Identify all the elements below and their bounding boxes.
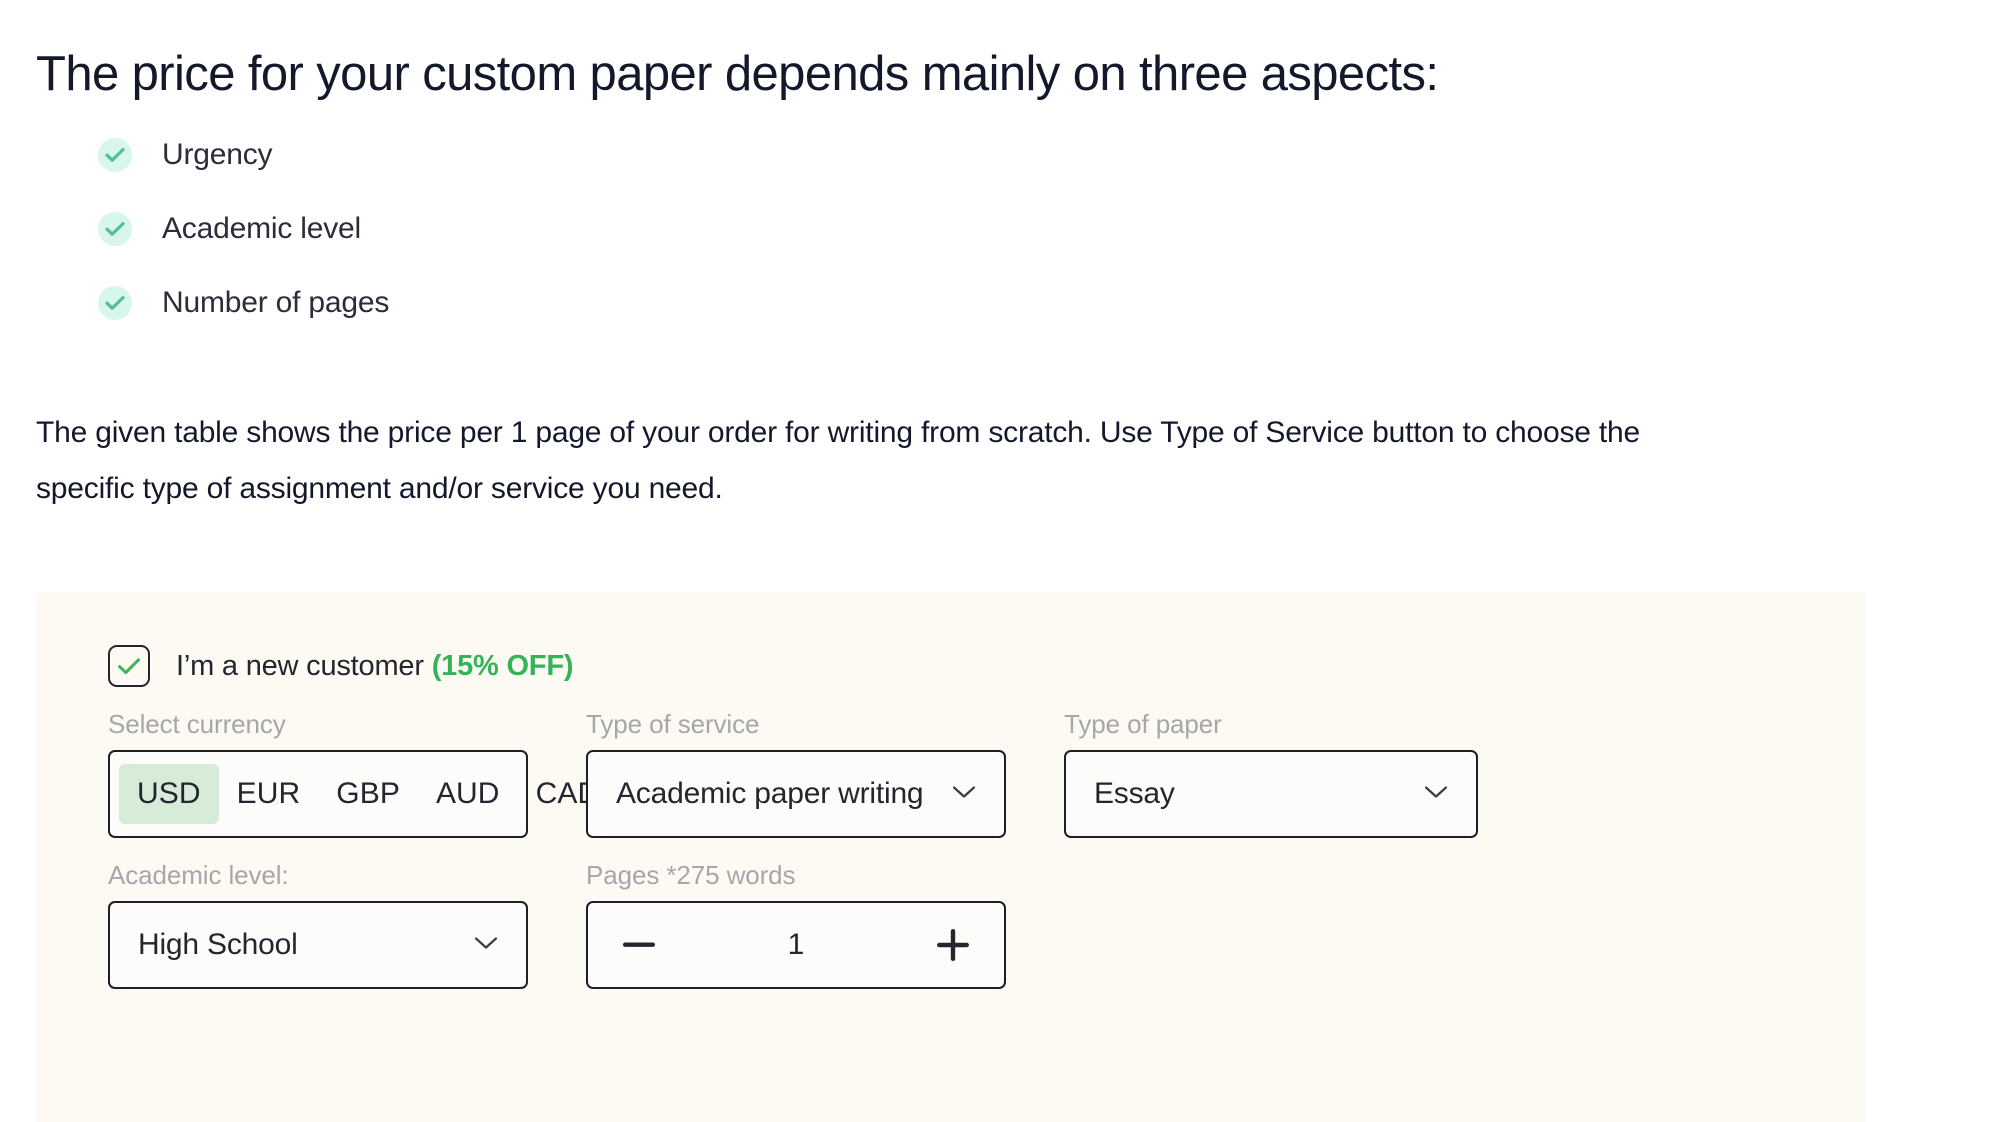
pages-stepper[interactable]: 1	[586, 901, 1006, 989]
new-customer-label: I’m a new customer (15% OFF)	[176, 650, 573, 683]
minus-icon[interactable]	[616, 922, 662, 968]
academic-level-label: Academic level:	[108, 860, 289, 890]
currency-option-eur[interactable]: EUR	[219, 764, 319, 824]
form-row-top: Select currency USD EUR GBP AUD CAD Type…	[108, 709, 1478, 838]
chevron-down-icon	[1424, 785, 1448, 804]
type-of-paper-field: Type of paper Essay	[1064, 709, 1478, 838]
check-icon	[98, 286, 132, 320]
list-item-label: Urgency	[162, 138, 273, 171]
check-icon	[98, 212, 132, 246]
aspects-checklist: Urgency Academic level Number of pages	[98, 133, 389, 355]
plus-icon[interactable]	[930, 922, 976, 968]
type-of-paper-value: Essay	[1094, 777, 1175, 810]
description-paragraph: The given table shows the price per 1 pa…	[36, 405, 1846, 517]
new-customer-row[interactable]: I’m a new customer (15% OFF)	[108, 645, 573, 687]
pages-label: Pages *275 words	[586, 860, 796, 890]
currency-option-aud[interactable]: AUD	[418, 764, 518, 824]
check-icon	[98, 138, 132, 172]
academic-level-field: Academic level: High School	[108, 860, 528, 989]
discount-badge: (15% OFF)	[431, 649, 574, 682]
type-of-paper-label: Type of paper	[1064, 709, 1222, 739]
type-of-service-label: Type of service	[586, 709, 760, 739]
chevron-down-icon	[474, 936, 498, 955]
pricing-calculator-page: The price for your custom paper depends …	[0, 0, 1990, 1122]
currency-selector[interactable]: USD EUR GBP AUD CAD	[108, 750, 599, 838]
description-line-1: The given table shows the price per 1 pa…	[36, 416, 1641, 449]
academic-level-select[interactable]: High School	[108, 901, 528, 989]
currency-label: Select currency	[108, 709, 286, 739]
list-item: Urgency	[98, 133, 389, 177]
pages-field: Pages *275 words 1	[586, 860, 1006, 989]
currency-option-usd[interactable]: USD	[119, 764, 219, 824]
form-row-bottom: Academic level: High School Pages *275 w…	[108, 860, 1006, 989]
type-of-service-field: Type of service Academic paper writing	[586, 709, 1006, 838]
list-item: Number of pages	[98, 281, 389, 325]
new-customer-text: I’m a new customer	[176, 649, 424, 682]
type-of-service-select[interactable]: Academic paper writing	[586, 750, 1006, 838]
pages-value: 1	[787, 928, 805, 961]
type-of-service-value: Academic paper writing	[616, 777, 924, 810]
list-item-label: Number of pages	[162, 286, 390, 319]
new-customer-checkbox[interactable]	[108, 645, 150, 687]
chevron-down-icon	[952, 785, 976, 804]
type-of-paper-select[interactable]: Essay	[1064, 750, 1478, 838]
price-calculator-panel: I’m a new customer (15% OFF) Select curr…	[36, 593, 1866, 1122]
page-title: The price for your custom paper depends …	[36, 46, 1439, 101]
description-line-2: specific type of assignment and/or servi…	[36, 472, 723, 505]
currency-field: Select currency USD EUR GBP AUD CAD	[108, 709, 599, 838]
currency-option-gbp[interactable]: GBP	[318, 764, 418, 824]
list-item-label: Academic level	[162, 212, 361, 245]
academic-level-value: High School	[138, 928, 298, 961]
list-item: Academic level	[98, 207, 389, 251]
